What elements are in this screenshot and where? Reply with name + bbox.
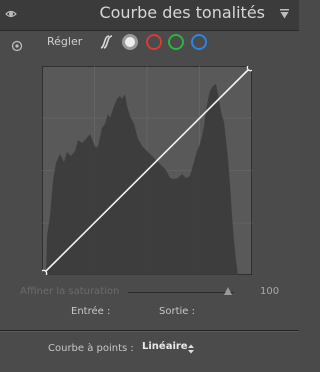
panel-title: Courbe des tonalités <box>99 3 265 22</box>
adjust-label: Régler <box>47 35 83 48</box>
input-label: Entrée : <box>71 306 111 317</box>
saturation-slider-thumb[interactable] <box>224 287 232 295</box>
eye-icon[interactable] <box>5 8 17 20</box>
divider-highlight <box>0 331 299 332</box>
saturation-slider-track[interactable] <box>128 292 234 293</box>
curve-point-black[interactable] <box>42 269 48 275</box>
saturation-label: Affiner la saturation <box>20 286 120 297</box>
blue-channel-button[interactable] <box>191 34 207 50</box>
saturation-value[interactable]: 100 <box>260 286 279 297</box>
red-channel-button[interactable] <box>146 34 162 50</box>
tone-curve-panel: Régler Affiner la saturation 100 Entrée … <box>0 31 299 372</box>
panel-header[interactable]: Courbe des tonalités <box>0 0 299 31</box>
input-output-row: Entrée : Sortie : <box>0 306 299 320</box>
point-curve-label: Courbe à points : <box>48 343 134 354</box>
collapse-triangle-icon[interactable] <box>280 9 289 19</box>
target-adjustment-icon[interactable] <box>11 40 23 52</box>
tone-curve-graph[interactable] <box>42 66 252 275</box>
curve-point-white[interactable] <box>246 66 252 72</box>
saturation-row: Affiner la saturation 100 <box>0 284 299 300</box>
rgb-channel-button[interactable] <box>122 34 138 50</box>
output-label: Sortie : <box>159 306 195 317</box>
green-channel-button[interactable] <box>168 34 184 50</box>
point-curve-row: Courbe à points : Linéaire <box>0 340 299 358</box>
updown-arrows-icon[interactable] <box>187 343 195 355</box>
point-curve-select[interactable]: Linéaire <box>142 341 188 352</box>
parametric-curve-icon[interactable] <box>99 34 115 50</box>
